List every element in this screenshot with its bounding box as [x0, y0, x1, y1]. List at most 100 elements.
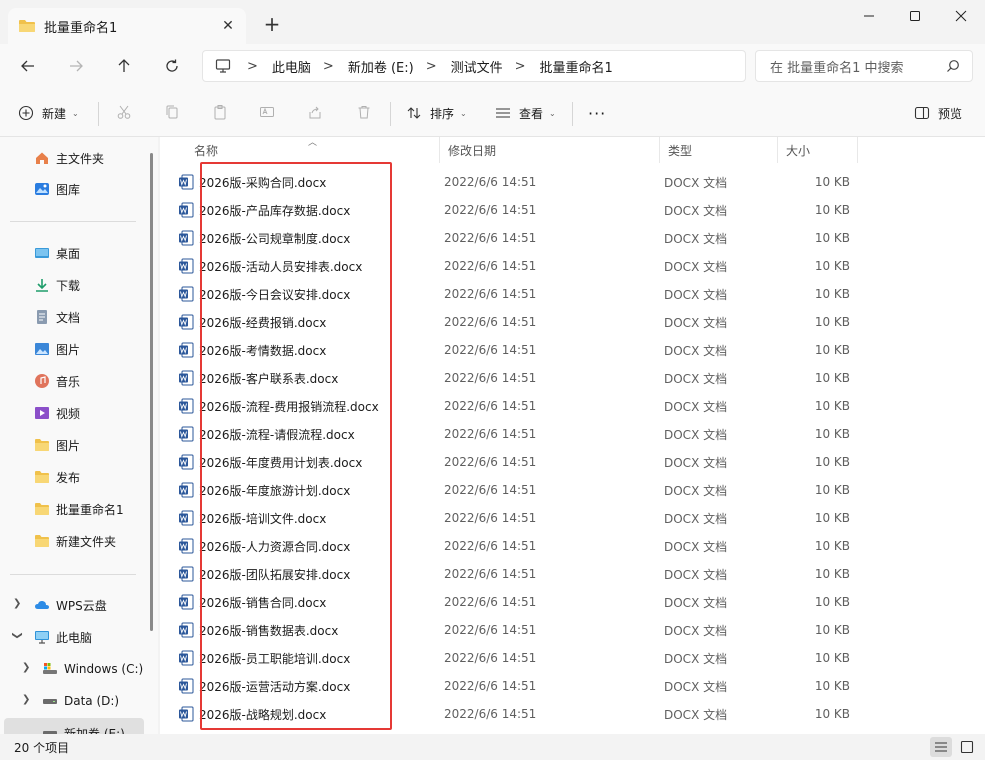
- sidebar-item-label: Data (D:): [64, 694, 120, 708]
- tiles-view-button[interactable]: [956, 737, 978, 757]
- close-window-button[interactable]: [938, 0, 984, 32]
- sidebar-item-downloads[interactable]: 下载 📌: [34, 270, 158, 300]
- table-row[interactable]: 2026版-活动人员安排表.docx 2022/6/6 14:51 DOCX 文档 1…: [178, 252, 958, 280]
- word-document-icon: [179, 426, 194, 442]
- sidebar-item-drive-d[interactable]: Data (D:): [42, 686, 158, 716]
- cut-icon[interactable]: [114, 102, 134, 122]
- column-header-size[interactable]: 大小: [778, 137, 858, 163]
- breadcrumb-current[interactable]: 批量重命名1: [540, 57, 613, 76]
- table-row[interactable]: 2026版-流程-请假流程.docx 2022/6/6 14:51 DOCX 文档 1…: [178, 420, 958, 448]
- table-row[interactable]: 2026版-经费报销.docx 2022/6/6 14:51 DOCX 文档 10 K…: [178, 308, 958, 336]
- table-row[interactable]: 2026版-流程-费用报销流程.docx 2022/6/6 14:51 DOCX 文…: [178, 392, 958, 420]
- delete-icon[interactable]: [354, 102, 374, 122]
- paste-icon[interactable]: [210, 102, 230, 122]
- view-list-icon: [496, 108, 510, 118]
- sidebar-scrollbar[interactable]: [150, 153, 153, 631]
- tab-current-folder[interactable]: 批量重命名1 ✕: [8, 8, 246, 44]
- table-row[interactable]: 2026版-采购合同.docx 2022/6/6 14:51 DOCX 文档 10 K…: [178, 168, 958, 196]
- table-row[interactable]: 2026版-客户联系表.docx 2022/6/6 14:51 DOCX 文档 10 …: [178, 364, 958, 392]
- search-input[interactable]: 在 批量重命名1 中搜索: [755, 50, 973, 82]
- sidebar-item-home[interactable]: 主文件夹: [34, 143, 158, 173]
- tab-title: 批量重命名1: [44, 20, 118, 36]
- table-row[interactable]: 2026版-员工职能培训.docx 2022/6/6 14:51 DOCX 文档 10…: [178, 644, 958, 672]
- new-button[interactable]: 新建 ⌄: [18, 98, 79, 128]
- table-row[interactable]: 2026版-销售合同.docx 2022/6/6 14:51 DOCX 文档 10 K…: [178, 588, 958, 616]
- file-size: 10 KB: [814, 287, 850, 301]
- arrow-right-icon: [70, 60, 83, 72]
- table-row[interactable]: 2026版-考情数据.docx 2022/6/6 14:51 DOCX 文档 10 K…: [178, 336, 958, 364]
- view-button[interactable]: 查看 ⌄: [495, 98, 556, 128]
- word-document-icon: [179, 622, 194, 638]
- table-row[interactable]: 2026版-培训文件.docx 2022/6/6 14:51 DOCX 文档 10 K…: [178, 504, 958, 532]
- file-type: DOCX 文档: [664, 371, 728, 386]
- sidebar-item-folder-pictures[interactable]: 图片: [34, 430, 158, 460]
- tiles-view-icon: [960, 740, 974, 754]
- table-row[interactable]: 2026版-人力资源合同.docx 2022/6/6 14:51 DOCX 文档 10…: [178, 532, 958, 560]
- column-header-date-label: 修改日期: [448, 143, 497, 158]
- breadcrumb-test-files[interactable]: 测试文件: [451, 57, 503, 76]
- forward-button[interactable]: [59, 50, 93, 82]
- copy-icon[interactable]: [162, 102, 182, 122]
- sidebar-item-folder-publish[interactable]: 发布: [34, 462, 158, 492]
- sidebar-item-documents[interactable]: 文档 📌: [34, 302, 158, 332]
- word-document-icon: [179, 594, 194, 610]
- word-document-icon: [179, 678, 194, 694]
- sidebar-item-desktop[interactable]: 桌面 📌: [34, 238, 158, 268]
- file-size: 10 KB: [814, 371, 850, 385]
- more-options-button[interactable]: ···: [588, 98, 606, 128]
- up-button[interactable]: [107, 50, 141, 82]
- file-date: 2022/6/6 14:51: [444, 707, 537, 721]
- details-view-button[interactable]: [930, 737, 952, 757]
- sidebar-item-folder-batch-rename[interactable]: 批量重命名1: [34, 494, 158, 524]
- table-row[interactable]: 2026版-团队拓展安排.docx 2022/6/6 14:51 DOCX 文档 10…: [178, 560, 958, 588]
- chevron-right-icon[interactable]: ❯: [22, 694, 30, 705]
- search-placeholder: 在 批量重命名1 中搜索: [770, 60, 904, 76]
- file-date: 2022/6/6 14:51: [444, 651, 537, 665]
- share-icon[interactable]: [305, 102, 325, 122]
- column-header-name[interactable]: 名称 ︿: [186, 137, 440, 163]
- file-size: 10 KB: [814, 539, 850, 553]
- preview-pane-button[interactable]: 预览: [914, 98, 962, 128]
- word-document-icon: [179, 342, 194, 358]
- close-icon: [955, 10, 967, 22]
- sidebar-item-music[interactable]: 音乐 📌: [34, 366, 158, 396]
- table-row[interactable]: 2026版-公司规章制度.docx 2022/6/6 14:51 DOCX 文档 10…: [178, 224, 958, 252]
- new-tab-button[interactable]: +: [258, 10, 286, 38]
- table-row[interactable]: 2026版-产品库存数据.docx 2022/6/6 14:51 DOCX 文档 10…: [178, 196, 958, 224]
- sidebar-item-folder-new[interactable]: 新建文件夹: [34, 526, 158, 556]
- table-row[interactable]: 2026版-战略规划.docx 2022/6/6 14:51 DOCX 文档 10 K…: [178, 700, 958, 728]
- file-name: 2026版-客户联系表.docx: [199, 371, 339, 386]
- chevron-right-icon[interactable]: ❯: [22, 662, 30, 673]
- back-button[interactable]: [11, 50, 45, 82]
- sidebar-item-videos[interactable]: 视频 📌: [34, 398, 158, 428]
- sidebar-item-gallery[interactable]: 图库: [34, 174, 158, 204]
- sort-button[interactable]: 排序 ⌄: [406, 98, 467, 128]
- sidebar-item-drive-c[interactable]: Windows (C:): [42, 654, 158, 684]
- chevron-down-icon[interactable]: ❯: [12, 631, 23, 639]
- sidebar-item-this-pc[interactable]: 此电脑: [34, 622, 158, 652]
- rename-icon[interactable]: [257, 102, 277, 122]
- file-date: 2022/6/6 14:51: [444, 567, 537, 581]
- breadcrumb-drive-e[interactable]: 新加卷 (E:): [348, 57, 414, 76]
- sidebar-item-wps-cloud[interactable]: WPS云盘: [34, 590, 158, 620]
- table-row[interactable]: 2026版-年度旅游计划.docx 2022/6/6 14:51 DOCX 文档 10…: [178, 476, 958, 504]
- maximize-button[interactable]: [892, 0, 938, 32]
- sidebar-item-pictures[interactable]: 图片 📌: [34, 334, 158, 364]
- table-row[interactable]: 2026版-年度费用计划表.docx 2022/6/6 14:51 DOCX 文档 1…: [178, 448, 958, 476]
- minimize-button[interactable]: [846, 0, 892, 32]
- breadcrumb-this-pc[interactable]: 此电脑: [272, 57, 311, 76]
- tab-close-icon[interactable]: ✕: [216, 14, 240, 38]
- table-row[interactable]: 2026版-今日会议安排.docx 2022/6/6 14:51 DOCX 文档 10…: [178, 280, 958, 308]
- table-row[interactable]: 2026版-运营活动方案.docx 2022/6/6 14:51 DOCX 文档 10…: [178, 672, 958, 700]
- file-name: 2026版-流程-费用报销流程.docx: [199, 399, 379, 414]
- sidebar-item-label: 图片: [56, 342, 81, 357]
- file-type: DOCX 文档: [664, 175, 728, 190]
- column-header-date[interactable]: 修改日期: [440, 137, 660, 163]
- sidebar-item-drive-e[interactable]: 新加卷 (E:): [4, 718, 144, 734]
- table-row[interactable]: 2026版-销售数据表.docx 2022/6/6 14:51 DOCX 文档 10 …: [178, 616, 958, 644]
- address-field[interactable]: > 此电脑 > 新加卷 (E:) > 测试文件 > 批量重命名1: [202, 50, 746, 82]
- word-document-icon: [179, 258, 194, 274]
- column-header-type[interactable]: 类型: [660, 137, 778, 163]
- refresh-button[interactable]: [155, 50, 189, 82]
- chevron-right-icon[interactable]: ❯: [13, 598, 21, 609]
